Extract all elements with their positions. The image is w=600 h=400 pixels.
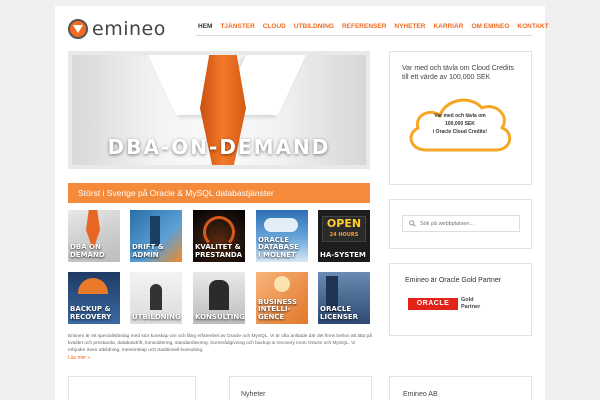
company-title: Emineo AB bbox=[403, 391, 438, 398]
tile-oracle-licenser[interactable]: ORACLE LICENSER bbox=[318, 272, 370, 324]
read-more-link[interactable]: Läs mer » bbox=[68, 355, 90, 361]
oracle-gold-partner-label: Gold Partner bbox=[461, 297, 481, 310]
tile-label: KVALITET & PRESTANDA bbox=[195, 243, 243, 259]
nav-item-karriar[interactable]: KARRIÄR bbox=[433, 23, 463, 30]
tile-oracle-database-i-molnet[interactable]: ORACLE DATABASE I MOLNET bbox=[256, 210, 308, 262]
news-title: Nyheter bbox=[241, 391, 266, 398]
nav-item-hem[interactable]: HEM bbox=[198, 23, 212, 30]
tile-utbildning[interactable]: UTBILDNING bbox=[130, 272, 182, 324]
search-widget bbox=[389, 199, 532, 249]
search-input[interactable] bbox=[419, 220, 519, 227]
nav-item-cloud[interactable]: CLOUD bbox=[263, 23, 286, 30]
partner-widget: Emineo är Oracle Gold Partner ORACLE Gol… bbox=[389, 263, 532, 336]
nav-item-utbildning[interactable]: UTBILDNING bbox=[294, 23, 334, 30]
hero-title: DBA-ON-DEMAND bbox=[107, 135, 331, 159]
businessman-photo-icon bbox=[209, 280, 229, 310]
tile-dba-on-demand[interactable]: DBA ON DEMAND bbox=[68, 210, 120, 262]
tile-konsulting[interactable]: KONSULTING bbox=[193, 272, 245, 324]
nav-item-nyheter[interactable]: NYHETER bbox=[394, 23, 425, 30]
logo-mark-icon bbox=[68, 19, 88, 39]
graduate-photo-icon bbox=[150, 284, 162, 310]
oracle-logo[interactable]: ORACLE bbox=[408, 298, 458, 310]
server-photo-icon bbox=[150, 216, 160, 246]
cloud-badge-line-3: i Oracle Cloud Credits! bbox=[432, 129, 488, 135]
tile-label: HA-SYSTEM bbox=[320, 250, 366, 259]
tile-drift-admin[interactable]: DRIFT & ADMIN bbox=[130, 210, 182, 262]
cloud-badge-line-2: 100,000 SEK bbox=[445, 121, 475, 127]
intro-text: Emineo är ett specialistbolag med stor k… bbox=[68, 334, 372, 353]
tile-kvalitet-prestanda[interactable]: KVALITET & PRESTANDA bbox=[193, 210, 245, 262]
lightbulb-photo-icon bbox=[274, 276, 290, 292]
logo-text: emineo bbox=[92, 18, 166, 40]
tile-ha-system[interactable]: OPEN 24 HOURS HA-SYSTEM bbox=[318, 210, 370, 262]
nav-item-tjanster[interactable]: TJÄNSTER bbox=[220, 23, 254, 30]
cloud-badge-line-1: Var med och tävla om bbox=[434, 113, 486, 119]
tile-label: DBA ON DEMAND bbox=[70, 243, 105, 259]
search-field[interactable] bbox=[402, 215, 520, 232]
cloud-widget: Var med och tävla om Cloud Credits till … bbox=[389, 51, 532, 185]
partner-title: Emineo är Oracle Gold Partner bbox=[405, 277, 502, 284]
umbrella-photo-icon bbox=[78, 278, 108, 294]
nav-divider bbox=[196, 35, 532, 36]
tile-label: ORACLE DATABASE I MOLNET bbox=[258, 235, 299, 259]
main-nav: HEM TJÄNSTER CLOUD UTBILDNING REFERENSER… bbox=[198, 23, 549, 30]
emineo-logo[interactable]: emineo bbox=[68, 18, 180, 40]
nav-item-om-emineo[interactable]: OM EMINEO bbox=[471, 23, 509, 30]
cloud-photo-icon bbox=[264, 218, 298, 232]
hero-slider[interactable]: DBA-ON-DEMAND bbox=[68, 51, 370, 169]
tile-label: ORACLE LICENSER bbox=[320, 305, 359, 321]
service-banner: Störst i Sverige på Oracle & MySQL datab… bbox=[68, 183, 370, 203]
tile-label: KONSULTING bbox=[195, 312, 245, 321]
tile-business-intelligence[interactable]: BUSINESS INTELLI- GENCE bbox=[256, 272, 308, 324]
search-icon bbox=[409, 220, 416, 227]
nav-item-kontakt[interactable]: KONTAKT bbox=[517, 23, 548, 30]
nav-item-referenser[interactable]: REFERENSER bbox=[342, 23, 386, 30]
bottom-box-left bbox=[68, 376, 196, 400]
cloud-badge[interactable]: Var med och tävla om 100,000 SEK i Oracl… bbox=[404, 90, 516, 154]
tile-backup-recovery[interactable]: BACKUP & RECOVERY bbox=[68, 272, 120, 324]
tile-label: UTBILDNING bbox=[132, 312, 181, 321]
cloud-badge-text: Var med och tävla om 100,000 SEK i Oracl… bbox=[418, 112, 502, 136]
tile-label: BACKUP & RECOVERY bbox=[70, 305, 112, 321]
tile-label: DRIFT & ADMIN bbox=[132, 243, 164, 259]
cloud-promo-text[interactable]: Var med och tävla om Cloud Credits till … bbox=[402, 64, 522, 83]
tile-label: BUSINESS INTELLI- GENCE bbox=[258, 297, 298, 321]
open-24-hours-sign-icon: OPEN 24 HOURS bbox=[322, 216, 366, 242]
